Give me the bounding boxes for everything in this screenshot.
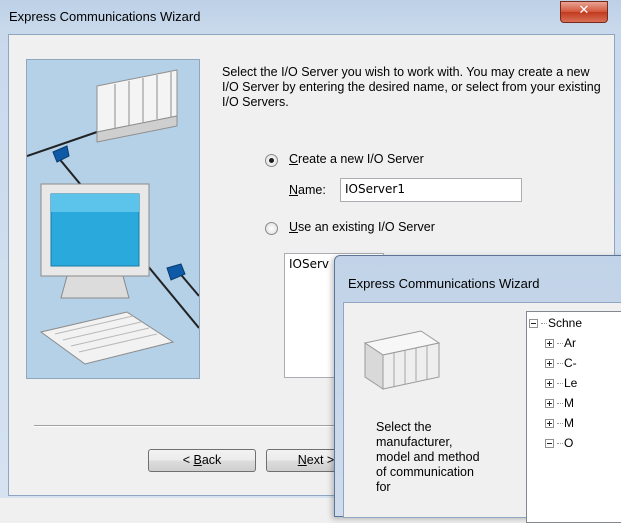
name-label: Name:	[289, 183, 326, 197]
create-new-label[interactable]: Create a new I/O Server	[289, 152, 424, 166]
tree-node[interactable]: Le	[545, 376, 577, 390]
expand-icon[interactable]	[545, 419, 554, 428]
computer-monitor-icon	[40, 183, 150, 299]
tree-node[interactable]: M	[545, 396, 574, 410]
expand-icon[interactable]	[545, 399, 554, 408]
expand-icon[interactable]	[545, 339, 554, 348]
tree-node[interactable]: Schne	[529, 316, 582, 330]
collapse-icon[interactable]	[529, 319, 538, 328]
network-connector-icon	[52, 145, 70, 163]
tree-node[interactable]: M	[545, 416, 574, 430]
secondary-window-title: Express Communications Wizard	[348, 276, 540, 291]
close-icon: ✕	[578, 3, 590, 18]
expand-icon[interactable]	[545, 379, 554, 388]
tree-node[interactable]: O	[545, 436, 573, 450]
close-button[interactable]: ✕	[560, 1, 608, 23]
use-existing-label[interactable]: Use an existing I/O Server	[289, 220, 435, 234]
instructions-text: Select the I/O Server you wish to work w…	[222, 65, 601, 109]
title-bar[interactable]: Express Communications Wizard ✕	[0, 0, 621, 34]
tree-node[interactable]: Ar	[545, 336, 576, 350]
keyboard-icon	[39, 311, 175, 365]
secondary-wizard-body: Select the manufacturer, model and metho…	[343, 302, 621, 523]
wizard-illustration	[26, 59, 200, 379]
back-button[interactable]: < Back	[148, 449, 256, 472]
expand-icon[interactable]	[545, 359, 554, 368]
use-existing-radio[interactable]	[265, 222, 278, 235]
footer-separator	[34, 425, 374, 427]
create-new-radio[interactable]	[265, 154, 278, 167]
server-rack-icon	[363, 330, 441, 390]
collapse-icon[interactable]	[545, 439, 554, 448]
tree-node[interactable]: C-	[545, 356, 577, 370]
secondary-instructions-text: Select the manufacturer, model and metho…	[376, 420, 480, 494]
server-rack-icon	[96, 69, 178, 143]
secondary-wizard-window: Express Communications Wizard Select the…	[334, 255, 621, 523]
window-title: Express Communications Wizard	[9, 9, 201, 24]
manufacturer-tree[interactable]: Schne Ar C- Le M M O	[526, 311, 621, 523]
server-name-field[interactable]: IOServer1	[340, 178, 522, 202]
